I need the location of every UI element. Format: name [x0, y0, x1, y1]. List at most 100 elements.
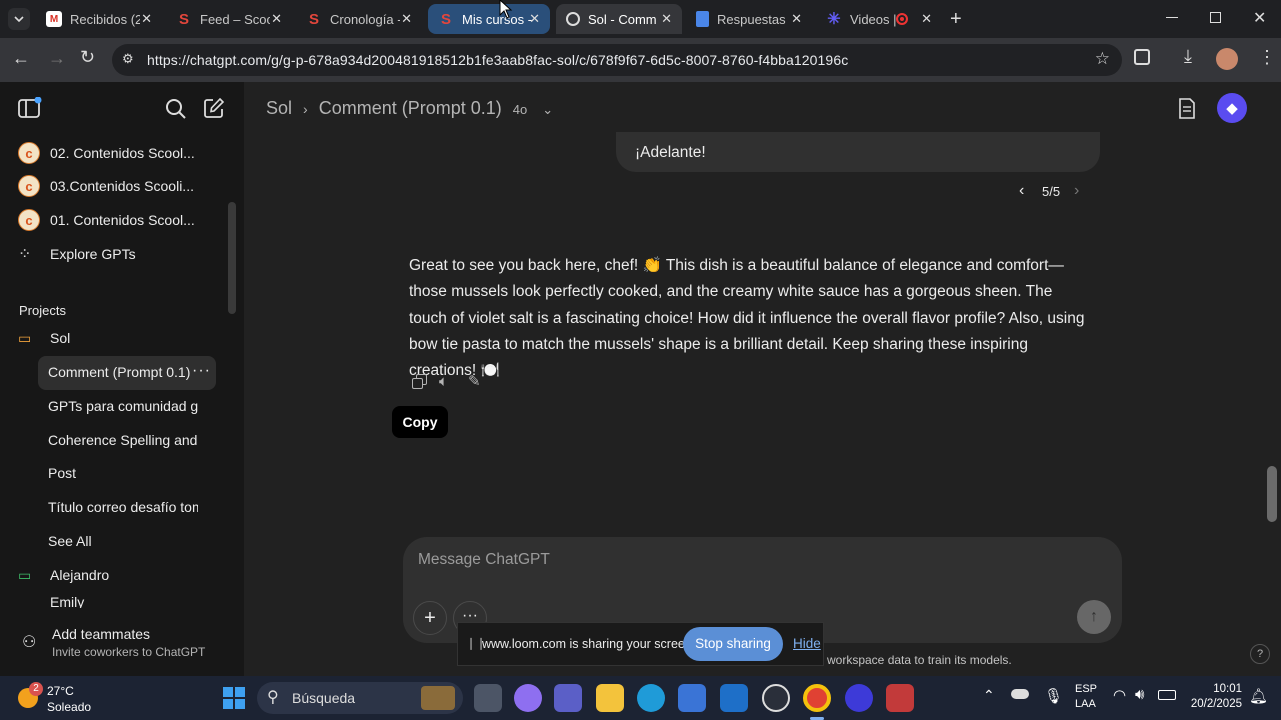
send-button[interactable]: ↑	[1077, 600, 1111, 634]
microphone-icon[interactable]: 🎙︎	[1044, 687, 1063, 705]
close-icon[interactable]: ✕	[791, 11, 802, 27]
chat-item-selected[interactable]: Comment (Prompt 0.1)	[48, 357, 198, 387]
snipping-tool-icon[interactable]	[886, 684, 914, 712]
store-icon[interactable]	[678, 684, 706, 712]
prev-version-icon[interactable]: ‹	[1019, 182, 1024, 200]
bookmark-star-icon[interactable]: ☆	[1095, 49, 1110, 69]
close-icon[interactable]: ✕	[401, 11, 412, 27]
clock[interactable]: 10:01 20/2/2025	[1188, 682, 1242, 712]
message-input[interactable]: Message ChatGPT	[418, 551, 550, 569]
stop-sharing-button[interactable]: Stop sharing	[683, 627, 783, 661]
projects-heading: Projects	[19, 303, 66, 318]
wifi-icon[interactable]: ◠	[1113, 686, 1126, 704]
folder-icon: ▭	[18, 566, 32, 583]
battery-icon[interactable]	[1158, 690, 1176, 700]
reload-button[interactable]: ↻	[80, 47, 95, 68]
tab-feed[interactable]: S Feed – Scool ✕	[166, 4, 292, 34]
gpt-item[interactable]: c 03.Contenidos Scooli...	[18, 171, 228, 201]
project-emily[interactable]: Emily	[18, 594, 228, 608]
site-info-icon[interactable]: ⚙	[122, 51, 134, 67]
explore-gpts-link[interactable]: ⁘ Explore GPTs	[18, 239, 228, 269]
restore-button[interactable]	[1210, 12, 1221, 23]
breadcrumb: Sol › Comment (Prompt 0.1) 4o ⌄	[266, 98, 553, 119]
profile-avatar[interactable]	[1216, 48, 1238, 70]
loom-icon[interactable]	[845, 684, 873, 712]
new-chat-icon[interactable]	[203, 97, 225, 119]
download-icon[interactable]: ⤓	[1184, 46, 1192, 67]
help-button[interactable]: ?	[1250, 644, 1270, 664]
outlook-icon[interactable]	[720, 684, 748, 712]
hide-link[interactable]: Hide	[793, 636, 821, 651]
tab-videos-loom[interactable]: ✳ Videos | ✕	[816, 4, 942, 34]
document-icon[interactable]	[1178, 98, 1196, 120]
tab-cronologia[interactable]: S Cronología - ✕	[296, 4, 422, 34]
close-icon[interactable]: ✕	[141, 11, 152, 27]
chevron-up-icon[interactable]: ⌃	[983, 687, 995, 704]
scoolinary-icon: S	[308, 10, 319, 28]
tab-mis-cursos[interactable]: S Mis cursos - ✕	[428, 4, 550, 34]
model-label[interactable]: 4o	[513, 102, 527, 117]
gpt-item[interactable]: c 01. Contenidos Scool...	[18, 205, 228, 235]
copy-icon[interactable]	[412, 374, 428, 390]
forward-button[interactable]: →	[48, 48, 66, 69]
sidebar-scrollbar[interactable]	[228, 202, 236, 314]
file-explorer-icon[interactable]	[596, 684, 624, 712]
close-window-button[interactable]: ✕	[1253, 8, 1266, 28]
add-teammates-button[interactable]: ⚇ Add teammates Invite coworkers to Chat…	[18, 622, 228, 666]
breadcrumb-chat-title[interactable]: Comment (Prompt 0.1)	[319, 98, 502, 118]
language-indicator[interactable]: ESP LAA	[1075, 682, 1097, 712]
tab-search-button[interactable]	[8, 8, 30, 30]
copilot-icon[interactable]	[514, 684, 542, 712]
extensions-icon[interactable]	[1134, 49, 1150, 65]
see-all-link[interactable]: See All	[48, 526, 198, 556]
chat-item[interactable]: Post	[48, 458, 198, 488]
tab-sol-chatgpt[interactable]: Sol - Comm ✕	[556, 4, 682, 34]
project-alejandro[interactable]: ▭ Alejandro	[18, 560, 228, 590]
gpt-item[interactable]: c 02. Contenidos Scool...	[18, 138, 228, 168]
read-aloud-icon[interactable]: 🔈︎	[439, 373, 448, 390]
notifications-icon[interactable]: 🔔︎	[1249, 687, 1268, 705]
browser-menu-icon[interactable]: ⋮	[1258, 47, 1276, 68]
chatgpt-icon	[566, 12, 580, 26]
address-bar[interactable]: ⚙ https://chatgpt.com/g/g-p-678a934d2004…	[112, 44, 1122, 76]
folder-icon: ▭	[18, 329, 32, 346]
volume-icon[interactable]: 🔊︎	[1135, 686, 1144, 703]
project-sol[interactable]: ▭ Sol	[18, 323, 228, 353]
attach-button[interactable]: +	[413, 601, 447, 635]
new-tab-button[interactable]: +	[950, 8, 962, 31]
tab-gmail[interactable]: M Recibidos (2 ✕	[36, 4, 162, 34]
close-icon[interactable]: ✕	[271, 11, 282, 27]
chat-scrollbar[interactable]	[1267, 466, 1277, 522]
onedrive-icon[interactable]	[1011, 689, 1029, 699]
chat-item[interactable]: Coherence Spelling and r	[48, 425, 198, 455]
chat-item[interactable]: Título correo desafío tom	[48, 492, 198, 522]
task-view-icon[interactable]	[474, 684, 502, 712]
close-icon[interactable]: ✕	[921, 11, 932, 27]
breadcrumb-project[interactable]: Sol	[266, 98, 292, 118]
search-icon: ⚲	[267, 689, 279, 706]
start-button[interactable]	[223, 687, 245, 709]
back-button[interactable]: ←	[12, 48, 30, 69]
chat-item[interactable]: GPTs para comunidad ga	[48, 391, 198, 421]
gpt-logo-icon[interactable]: ◆	[1217, 93, 1247, 123]
browser-toolbar: ← → ↻ ⚙ https://chatgpt.com/g/g-p-678a93…	[0, 38, 1281, 82]
edge-icon[interactable]	[637, 684, 665, 712]
chevron-down-icon	[14, 16, 24, 23]
dell-icon[interactable]	[762, 684, 790, 712]
close-icon[interactable]: ✕	[661, 11, 672, 27]
chrome-icon[interactable]	[803, 684, 831, 712]
sidebar-toggle-icon[interactable]	[18, 97, 42, 119]
chevron-down-icon[interactable]: ⌄	[542, 102, 553, 117]
tab-respuestas[interactable]: Respuestas F ✕	[686, 4, 812, 34]
search-icon[interactable]	[165, 98, 187, 120]
minimize-button[interactable]	[1166, 17, 1178, 18]
close-icon[interactable]: ✕	[529, 11, 540, 27]
grid-icon: ⁘	[18, 246, 32, 263]
more-options-icon[interactable]: ···	[192, 362, 211, 380]
edit-icon[interactable]: ✎	[468, 372, 481, 390]
next-version-icon[interactable]: ›	[1074, 182, 1079, 200]
chevron-right-icon: ›	[303, 101, 308, 117]
weather-widget[interactable]: 2 27°C Soleado	[14, 680, 124, 716]
teams-icon[interactable]	[554, 684, 582, 712]
taskbar-search[interactable]: ⚲ Búsqueda	[257, 682, 463, 714]
